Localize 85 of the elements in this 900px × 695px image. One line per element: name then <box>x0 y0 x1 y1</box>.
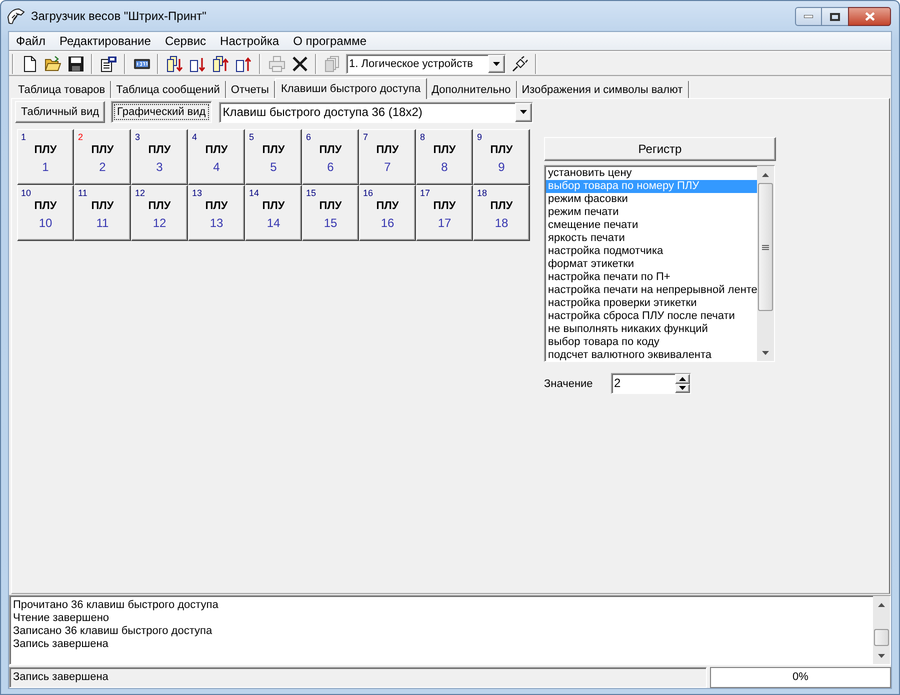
value-label: Значение <box>544 376 594 390</box>
vertical-scrollbar[interactable] <box>873 596 890 664</box>
quick-key[interactable]: 18 ПЛУ 18 <box>473 185 530 241</box>
documents-up-arrow-icon[interactable] <box>212 56 228 72</box>
close-button[interactable] <box>848 7 891 26</box>
quick-key[interactable]: 8 ПЛУ 8 <box>416 129 473 185</box>
list-item[interactable]: выбор товара по коду <box>546 336 757 349</box>
device-select[interactable]: 1. Логическое устройств <box>346 54 506 74</box>
menu-item[interactable]: Сервис <box>158 33 214 49</box>
quick-key[interactable]: 1 ПЛУ 1 <box>17 129 74 185</box>
quick-key[interactable]: 5 ПЛУ 5 <box>245 129 302 185</box>
grip-icon <box>762 244 769 250</box>
quick-key[interactable]: 6 ПЛУ 6 <box>302 129 359 185</box>
quick-key[interactable]: 17 ПЛУ 17 <box>416 185 473 241</box>
register-button[interactable]: Регистр <box>544 137 776 161</box>
caret-icon <box>520 110 527 114</box>
list-item[interactable]: настройка проверки этикетки <box>546 297 757 310</box>
menu-item[interactable]: Редактирование <box>52 33 158 49</box>
quick-key[interactable]: 9 ПЛУ 9 <box>473 129 530 185</box>
list-item[interactable]: режим фасовки <box>546 193 757 206</box>
up-arrow-icon <box>679 376 686 381</box>
list-item[interactable]: яркость печати <box>546 232 757 245</box>
log-line: Записано 36 клавиш быстрого доступа <box>13 625 214 638</box>
quick-key[interactable]: 16 ПЛУ 16 <box>359 185 416 241</box>
dropdown-button[interactable] <box>514 102 532 122</box>
maximize-button[interactable] <box>822 7 848 26</box>
plug-icon[interactable] <box>512 56 528 72</box>
log-line: Чтение завершено <box>13 612 110 625</box>
progress-readout: 0% <box>710 666 891 688</box>
menu-item[interactable]: О программе <box>286 33 374 49</box>
document-icon[interactable] <box>100 56 116 72</box>
list-item[interactable]: установить цену <box>546 167 757 180</box>
list-item[interactable]: подсчет валютного эквивалента <box>546 349 757 361</box>
close-icon <box>864 12 874 21</box>
minimize-button[interactable] <box>795 7 822 26</box>
maximize-icon <box>830 12 840 20</box>
spin-up-button[interactable] <box>675 374 690 384</box>
dropdown-button[interactable] <box>488 54 505 72</box>
scrollbar-thumb[interactable] <box>874 629 889 646</box>
window-title: Загрузчик весов "Штрих-Принт" <box>31 8 206 24</box>
list-item[interactable]: режим печати <box>546 206 757 219</box>
down-arrow-icon[interactable] <box>762 350 769 354</box>
quick-key[interactable]: 11 ПЛУ 11 <box>74 185 131 241</box>
list-item[interactable]: формат этикетки <box>546 258 757 271</box>
list-item[interactable]: настройка сброса ПЛУ после печати <box>546 310 757 323</box>
value-spinner[interactable]: 2 <box>611 373 691 394</box>
minimize-icon <box>804 15 813 18</box>
list-item[interactable]: настройка печати на непрерывной ленте <box>546 284 757 297</box>
blank-page-icon[interactable] <box>22 56 38 72</box>
quick-key[interactable]: 12 ПЛУ 12 <box>131 185 188 241</box>
vertical-scrollbar[interactable] <box>757 166 774 361</box>
quick-key[interactable]: 13 ПЛУ 13 <box>188 185 245 241</box>
list-item[interactable]: смещение печати <box>546 219 757 232</box>
quick-key[interactable]: 3 ПЛУ 3 <box>131 129 188 185</box>
list-item[interactable]: настройка подмотчика <box>546 245 757 258</box>
quick-key[interactable]: 10 ПЛУ 10 <box>17 185 74 241</box>
list-item[interactable]: не выполнять никаких функций <box>546 323 757 336</box>
menu-item[interactable]: Файл <box>9 33 53 49</box>
quick-key[interactable]: 7 ПЛУ 7 <box>359 129 416 185</box>
list-item[interactable]: настройка печати по П+ <box>546 271 757 284</box>
view-button[interactable]: Графический вид <box>111 101 212 123</box>
documents-down-arrow-icon[interactable] <box>166 56 182 72</box>
app-logo-icon <box>7 8 25 24</box>
document-down-arrow-icon[interactable] <box>190 56 206 72</box>
scrollbar-thumb[interactable] <box>758 183 773 311</box>
down-arrow-icon <box>679 386 686 390</box>
up-arrow-icon[interactable] <box>762 172 769 176</box>
view-button[interactable]: Табличный вид <box>15 101 106 123</box>
log-line: Прочитано 36 клавиш быстрого доступа <box>13 599 220 612</box>
document-up-arrow-icon[interactable] <box>236 56 252 72</box>
quick-key[interactable]: 4 ПЛУ 4 <box>188 129 245 185</box>
down-arrow-icon[interactable] <box>878 654 885 658</box>
quick-key[interactable]: 2 ПЛУ 2 <box>74 129 131 185</box>
status-message: Запись завершена <box>9 666 707 688</box>
folder-icon[interactable] <box>44 56 60 72</box>
up-arrow-icon[interactable] <box>878 602 885 606</box>
x-mark-icon[interactable] <box>292 56 308 72</box>
log-line: Запись завершена <box>13 638 110 651</box>
quick-key[interactable]: 14 ПЛУ 14 <box>245 185 302 241</box>
layout-select[interactable]: Клавиш быстрого доступа 36 (18x2) <box>218 102 533 122</box>
tab[interactable]: Клавиши быстрого доступа <box>274 78 427 99</box>
caret-icon <box>493 62 500 66</box>
function-list[interactable] <box>544 165 775 362</box>
menu-item[interactable]: Настройка <box>213 33 286 49</box>
quick-key[interactable]: 15 ПЛУ 15 <box>302 185 359 241</box>
